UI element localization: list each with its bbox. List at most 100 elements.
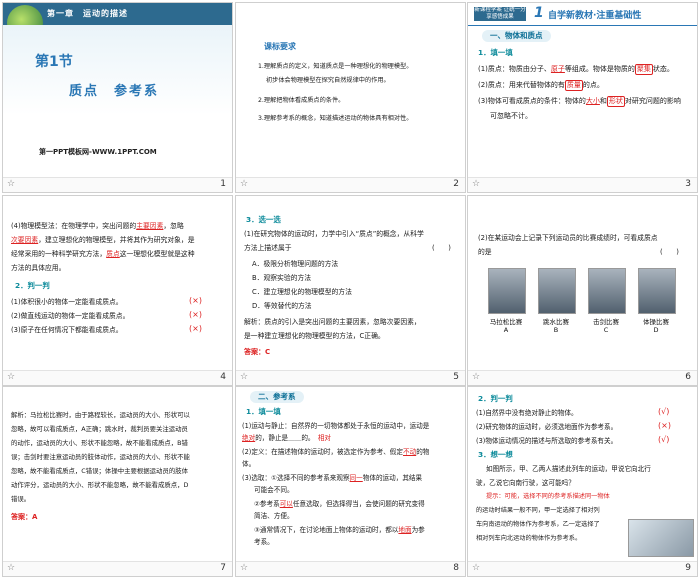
slide-number: 1 <box>220 179 226 189</box>
text: (2)定义：在描述物体的运动时，被选定作为参考、假定 <box>242 448 403 456</box>
slide-number: 8 <box>453 563 459 573</box>
fill-heading: 1．填一填 <box>478 48 513 57</box>
star-icon: ☆ <box>7 563 16 573</box>
slide-number: 3 <box>685 179 691 189</box>
judge-answer-3: (×) <box>189 324 202 333</box>
answer-mass: 质量 <box>564 80 583 91</box>
diving-photo <box>538 268 576 314</box>
frame-line-3: (2)定义：在描述物体的运动时，被选定作为参考、假定不动的物 <box>242 446 429 458</box>
slide-footer: ☆ 7 <box>3 561 232 576</box>
text: 等组成。物体是物质的 <box>564 65 635 73</box>
answer-static: 不动 <box>403 448 417 456</box>
slide-footer: ☆ 5 <box>236 370 465 385</box>
answer-main: 主要因素 <box>136 222 164 230</box>
explanation-line-2: 是一种建立理想化的物理模型的方法，C正确。 <box>244 332 385 340</box>
analysis-line-6: 动作评分，运动员的大小、形状不能忽略，故不能看成质点，D <box>11 481 189 489</box>
train-photo <box>628 519 694 557</box>
option-d[interactable]: D．等效替代的方法 <box>252 300 312 312</box>
gymnastics-photo <box>638 268 676 314</box>
text: 对研究问题的影响 <box>624 97 681 105</box>
slide-footer: ☆ 8 <box>236 561 465 576</box>
think-question-2: 驶，乙说它向南行驶，这可能吗？ <box>476 479 575 487</box>
tip-line-2: 的运动时结果一般不同，甲一定选择了相对列 <box>476 507 600 514</box>
text: 状态。 <box>652 65 674 73</box>
text: 和 <box>599 97 607 105</box>
slide-5[interactable]: 3．选一选 (1)在研究物体的运动时，力学中引入“质点”的概念，从科学 方法上描… <box>235 195 466 386</box>
course-tag: 新课程学案 让统一分享感悟成果 <box>474 7 526 21</box>
tip-line-3: 车向南运动的物体作为参考系，乙一定选择了 <box>476 521 600 528</box>
section-pill: 一、物体和质点 <box>482 30 551 42</box>
slide-4[interactable]: (4)物理模型法：在物理学中，突出问题的主要因素，忽略 次要因素，建立理想化的物… <box>2 195 233 386</box>
explanation-line-1: 解析：质点的引入是突出问题的主要因素，忽略次要因素， <box>244 318 421 326</box>
judge-item-3: (3)物体运动情况的描述与所选取的参考系有关。 <box>476 437 618 445</box>
judge-item-1: (1)体积很小的物体一定能看成质点。 <box>11 298 123 306</box>
think-heading: 3．想一想 <box>478 450 513 459</box>
standard-item-2: 2.理解把物体看成质点的条件。 <box>258 97 345 104</box>
option-a[interactable]: A．极限分析物理问题的方法 <box>252 258 338 270</box>
judge-answer-1: (×) <box>189 296 202 305</box>
slide-footer: ☆ 6 <box>468 370 697 385</box>
star-icon: ☆ <box>240 372 249 382</box>
answer-particle: 质点 <box>106 250 120 258</box>
slide-number: 5 <box>453 372 459 382</box>
slide-number: 6 <box>685 372 691 382</box>
star-icon: ☆ <box>7 372 16 382</box>
slide-9[interactable]: 2．判一判 (1)自然界中没有绝对静止的物体。 (√) (2)研究物体的运动时，… <box>467 386 698 577</box>
star-icon: ☆ <box>472 179 481 189</box>
choice-heading: 3．选一选 <box>246 215 281 224</box>
answer-text: 答案：A <box>11 513 38 521</box>
text: ③通常情况下，在讨论地面上物体的运动时，都以 <box>254 526 399 534</box>
judge-heading: 2．判一判 <box>15 281 50 290</box>
tip-line-1: 提示：可能，选择不同的参考系描述同一物体 <box>486 491 610 503</box>
def-line-2: (2)质点：用来代替物体的有 质量 的点。 <box>478 79 604 91</box>
def-line-3b: 可忽略不计。 <box>490 112 532 120</box>
text: 为参 <box>411 526 425 534</box>
tip-text: 提示：可能，选择不同的参考系描述同一物体 <box>486 493 610 500</box>
question-line-2: 方法上描述属于 <box>244 244 292 252</box>
frame-line-5: (3)选取：①选择不同的参考系来观察同一物体的运动，其结果 <box>242 472 422 484</box>
slide-2[interactable]: 课标要求 1.理解质点的定义，知道质点是一种理想化的物理模型。 初步体会物理模型… <box>235 2 466 193</box>
section-pill: 二、参考系 <box>250 391 304 403</box>
answer-size: 大小 <box>585 97 600 105</box>
standards-heading: 课标要求 <box>264 42 296 51</box>
judge-item-1: (1)自然界中没有绝对静止的物体。 <box>476 409 578 417</box>
judge-item-2: (2)做直线运动的物体一定能看成质点。 <box>11 312 130 320</box>
frame-line-9: ③通常情况下，在讨论地面上物体的运动时，都以地面为参 <box>254 524 425 536</box>
slide-number: 2 <box>453 179 459 189</box>
slide-6[interactable]: (2)在某运动会上记录下列运动员的比赛成绩时，可看成质点 的是 ( ) 马拉松比… <box>467 195 698 386</box>
model-line-2: 次要因素，建立理想化的物理模型，并将其作为研究对象，是 <box>11 234 195 246</box>
chapter-title: 第一章 运动的描述 <box>47 9 128 18</box>
part-number: 1 <box>534 5 544 21</box>
analysis-line-7: 错误。 <box>11 495 31 503</box>
model-line-3: 经常采用的一种科学研究方法，质点这一理想化模型就是这种 <box>11 248 195 260</box>
slide-footer: ☆ 9 <box>468 561 697 576</box>
text: (3)物体可看成质点的条件：物体的 <box>478 97 586 105</box>
fencing-photo <box>588 268 626 314</box>
slide-1[interactable]: 第一章 运动的描述 第1节 质点 参考系 第一PPT模板网-WWW.1PPT.C… <box>2 2 233 193</box>
def-line-3: (3)物体可看成质点的条件：物体的大小和 形状 对研究问题的影响 <box>478 95 681 107</box>
slide-footer: ☆ 1 <box>3 177 232 192</box>
slide-footer: ☆ 2 <box>236 177 465 192</box>
slide-8[interactable]: 二、参考系 1．填一填 (1)运动与静止：自然界的一切物体都处于永恒的运动中，运… <box>235 386 466 577</box>
frame-line-6: 可能会不同。 <box>254 486 294 494</box>
text: ，建立理想化的物理模型，并将其作为研究对象，是 <box>38 236 195 244</box>
judge-item-3: (3)原子在任何情况下都能看成质点。 <box>11 326 123 334</box>
option-b[interactable]: B．观察实验的方法 <box>252 272 311 284</box>
star-icon: ☆ <box>472 372 481 382</box>
slide-7[interactable]: 解析：马拉松比赛时，由于路程较长，运动员的大小、形状可以 忽略，故可以看成质点，… <box>2 386 233 577</box>
analysis-line-5: 忽略，故不能看成质点，C错误；体操中主要根据运动员的肢体 <box>11 467 189 475</box>
slide-3[interactable]: 新课程学案 让统一分享感悟成果 1 自学新教材·注重基础性 一、物体和质点 1．… <box>467 2 698 193</box>
answer-blank: ( ) <box>432 244 451 252</box>
answer-shape: 形状 <box>606 96 625 107</box>
star-icon: ☆ <box>240 179 249 189</box>
frame-line-7: ②参考系可以任意选取，但选择得当，会使问题的研究变得 <box>254 498 425 510</box>
text: 的，静止是 <box>255 434 289 442</box>
answer-absolute: 绝对 <box>242 434 256 442</box>
option-c[interactable]: C．建立理想化的物理模型的方法 <box>252 286 352 298</box>
standard-item-1b: 初步体会物理模型在探究自然规律中的作用。 <box>266 77 390 84</box>
text: ，忽略 <box>163 222 184 230</box>
text: (1)质点：物质由分子、 <box>478 65 551 73</box>
question-line-1: (1)在研究物体的运动时，力学中引入“质点”的概念，从科学 <box>244 230 424 238</box>
text: (3)选取：①选择不同的参考系来观察 <box>242 474 350 482</box>
judge-item-2: (2)研究物体的运动时，必须选地面作为参考系。 <box>476 423 618 431</box>
